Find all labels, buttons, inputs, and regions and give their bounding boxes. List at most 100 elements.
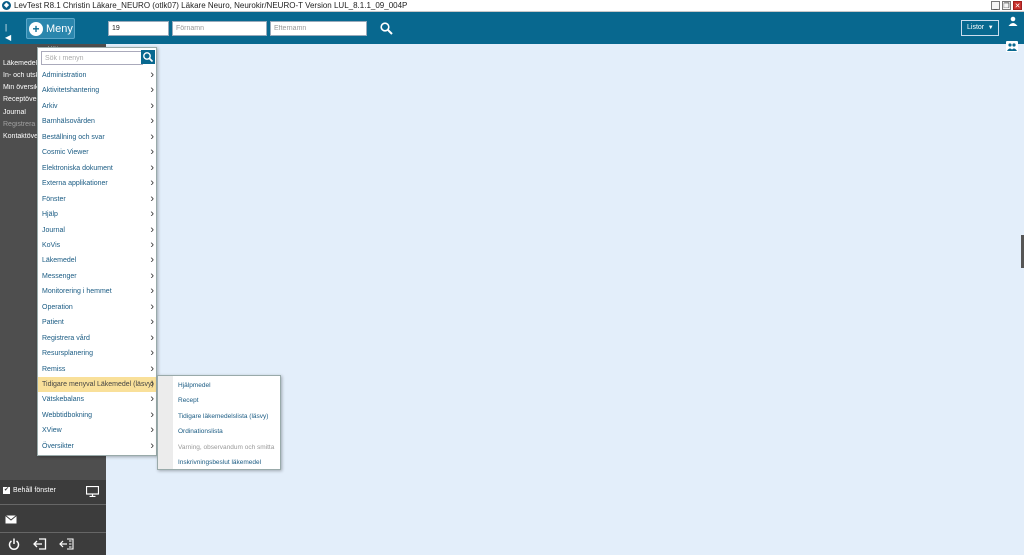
menu-item[interactable]: Hjälp ›	[38, 207, 156, 222]
menu-item[interactable]: Vätskebalans ›	[38, 392, 156, 407]
window-controls: _ ❐ ✕	[991, 1, 1022, 10]
chevron-right-icon: ›	[150, 393, 154, 406]
sidebar-footer: ✔ Behåll fönster	[0, 480, 106, 555]
menu-item[interactable]: Administration ›	[38, 68, 156, 83]
menu-item[interactable]: Översikter ›	[38, 439, 156, 454]
chevron-right-icon: ›	[150, 316, 154, 329]
menu-item[interactable]: Aktivitetshantering ›	[38, 83, 156, 98]
monitor-icon[interactable]	[86, 486, 99, 497]
menu-item-label: Externa applikationer	[42, 180, 108, 188]
submenu-gutter	[158, 376, 173, 469]
chevron-right-icon: ›	[150, 300, 154, 313]
chevron-right-icon: ›	[150, 115, 154, 128]
menu-item-label: Översikter	[42, 442, 74, 450]
menu-item-label: Administration	[42, 72, 87, 79]
logout-icon[interactable]	[33, 538, 47, 550]
efternamn-input[interactable]	[270, 21, 367, 36]
sidebar-item-lakemedel[interactable]: Läkemedel	[3, 60, 39, 67]
submenu-item[interactable]: Recept	[178, 397, 199, 404]
sidebar-item-in-och-utskr[interactable]: In- och utskr	[3, 72, 39, 79]
menu-item-label: Monitorering i hemmet	[42, 288, 112, 296]
chevron-right-icon: ›	[150, 146, 154, 159]
menu-item[interactable]: Barnhälsovården ›	[38, 114, 156, 129]
user-icon[interactable]	[1008, 16, 1018, 26]
menu-item[interactable]: XView ›	[38, 423, 156, 438]
menu-item[interactable]: Monitorering i hemmet ›	[38, 284, 156, 299]
menu-item[interactable]: Tidigare menyval Läkemedel (läsvy) ›	[38, 377, 156, 392]
menu-item[interactable]: Externa applikationer ›	[38, 176, 156, 191]
menu-item[interactable]: Registrera vård ›	[38, 331, 156, 346]
footer-divider	[0, 532, 106, 533]
menu-item-label: Barnhälsovården	[42, 118, 95, 126]
menu-item[interactable]: Elektroniska dokument ›	[38, 161, 156, 176]
submenu-item[interactable]: Hjälpmedel	[178, 382, 211, 389]
chevron-right-icon: ›	[150, 331, 154, 344]
menu-item-label: Webbtidbokning	[42, 411, 93, 419]
collapse-sidebar-icon[interactable]: |◀	[5, 23, 13, 42]
submenu-item: Varning, observandum och smitta	[178, 443, 275, 451]
chevron-right-icon: ›	[150, 439, 154, 452]
mail-icon[interactable]	[5, 515, 17, 524]
minimize-icon[interactable]: _	[991, 1, 1000, 10]
behall-fonster-checkbox[interactable]: ✔ Behåll fönster	[3, 487, 56, 494]
chevron-right-icon: ›	[150, 84, 154, 97]
power-icon[interactable]	[8, 538, 20, 550]
chevron-right-icon: ›	[150, 378, 154, 390]
menu-item-label: Cosmic Viewer	[42, 149, 89, 157]
sidebar-item-journal[interactable]: Journal	[3, 109, 39, 116]
logout-all-icon[interactable]	[59, 538, 74, 550]
submenu-item[interactable]: Tidigare läkemedelslista (läsvy)	[178, 413, 268, 420]
menu-item[interactable]: KoVis ›	[38, 238, 156, 253]
chevron-right-icon: ›	[150, 408, 154, 421]
menu-item[interactable]: Cosmic Viewer ›	[38, 145, 156, 160]
submenu-item[interactable]: Ordinationslista	[178, 428, 223, 435]
menu-item-label: Tidigare menyval Läkemedel (läsvy)	[42, 381, 154, 388]
menu-item-label: XView	[42, 427, 62, 435]
chevron-right-icon: ›	[150, 208, 154, 221]
users-icon[interactable]	[1006, 41, 1018, 52]
chevron-right-icon: ›	[150, 69, 154, 81]
menu-item-label: Remiss	[42, 365, 66, 373]
fornamn-input[interactable]	[172, 21, 267, 36]
chevron-right-icon: ›	[150, 192, 154, 205]
menu-item[interactable]: Patient ›	[38, 315, 156, 330]
restore-icon[interactable]: ❐	[1002, 1, 1011, 10]
menu-item-label: Patient	[42, 319, 64, 327]
checkbox-checked-icon: ✔	[3, 487, 10, 494]
personnummer-input[interactable]	[108, 21, 169, 36]
sidebar-item-registrera[interactable]: Registrera	[3, 121, 39, 128]
menu-item[interactable]: Fönster ›	[38, 192, 156, 207]
behall-fonster-label: Behåll fönster	[13, 487, 56, 494]
sidebar-item-min-oversikt[interactable]: Min översikt	[3, 84, 39, 91]
menu-search-icon[interactable]	[141, 50, 155, 64]
menu-item-label: Operation	[42, 303, 73, 311]
menu-item[interactable]: Remiss ›	[38, 362, 156, 377]
footer-divider	[0, 504, 106, 505]
sidebar-item-kontaktoversikt[interactable]: Kontaktöversikt	[3, 133, 39, 140]
sidebar-item-receptoversikt[interactable]: Receptöversikt	[3, 96, 39, 103]
menu-item[interactable]: Resursplanering ›	[38, 346, 156, 361]
menu-item[interactable]: Webbtidbokning ›	[38, 408, 156, 423]
menu-item[interactable]: Läkemedel ›	[38, 253, 156, 268]
menu-item-label: Resursplanering	[42, 350, 93, 358]
menu-item-label: Beställning och svar	[42, 133, 105, 141]
chevron-right-icon: ›	[150, 99, 154, 112]
submenu-tidigare-lakemedel: Hjälpmedel Recept Tidigare läkemedelslista…	[157, 375, 281, 470]
chevron-right-icon: ›	[150, 223, 154, 236]
top-toolbar: |◀ + Meny Listor ▼	[0, 12, 1024, 52]
chevron-right-icon: ›	[150, 254, 154, 267]
menu-item[interactable]: Operation ›	[38, 300, 156, 315]
menu-button-label: Meny	[46, 22, 73, 35]
menu-button[interactable]: + Meny	[26, 18, 75, 39]
close-icon[interactable]: ✕	[1013, 1, 1022, 10]
menu-item[interactable]: Arkiv ›	[38, 99, 156, 114]
window-titlebar: ◆ LevTest R8.1 Christin Läkare_NEURO (ot…	[0, 0, 1024, 12]
patient-search-icon[interactable]	[380, 22, 393, 35]
menu-item[interactable]: Messenger ›	[38, 269, 156, 284]
listor-dropdown[interactable]: Listor ▼	[961, 20, 999, 36]
menu-item[interactable]: Beställning och svar ›	[38, 130, 156, 145]
menu-search-input[interactable]	[41, 51, 143, 65]
submenu-item[interactable]: Inskrivningsbeslut läkemedel	[178, 459, 261, 466]
menu-item-label: Registrera vård	[42, 334, 90, 342]
menu-item[interactable]: Journal ›	[38, 223, 156, 238]
